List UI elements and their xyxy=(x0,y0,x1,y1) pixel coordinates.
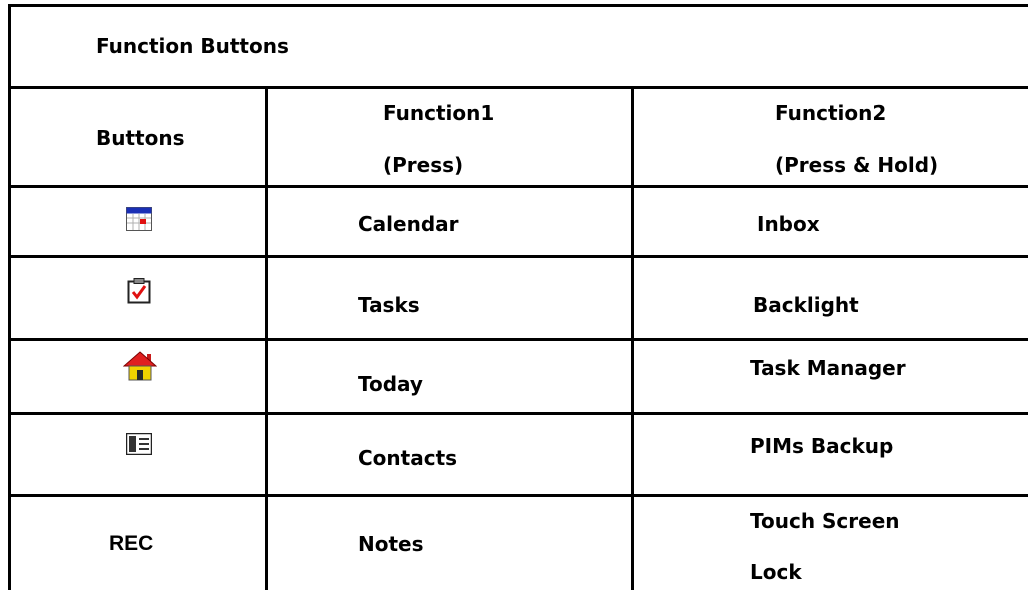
row-calendar-function2: Inbox xyxy=(757,212,820,236)
table-row-divider xyxy=(8,338,1028,341)
row-rec-function1: Notes xyxy=(358,532,424,556)
row-calendar-function1: Calendar xyxy=(358,212,459,236)
calendar-icon xyxy=(126,207,152,235)
tasks-clipboard-icon xyxy=(127,278,151,308)
row-today-function1: Today xyxy=(358,372,423,396)
row-rec-function2-continued: Lock xyxy=(750,560,802,584)
table-column-divider xyxy=(265,86,268,590)
table-row-divider xyxy=(8,255,1028,258)
table-row-divider xyxy=(8,494,1028,497)
header-buttons: Buttons xyxy=(96,126,185,150)
header-function2-subtitle: (Press & Hold) xyxy=(775,153,939,177)
table-title: Function Buttons xyxy=(96,34,289,58)
table-row-divider xyxy=(8,185,1028,188)
home-icon xyxy=(122,351,158,385)
row-contacts-function2: PIMs Backup xyxy=(750,434,894,458)
row-contacts-function1: Contacts xyxy=(358,446,458,470)
row-rec-function2: Touch Screen xyxy=(750,509,900,533)
table-border-left xyxy=(8,4,11,590)
table-row-divider xyxy=(8,86,1028,89)
header-function1-subtitle: (Press) xyxy=(383,153,464,177)
header-function2: Function2 xyxy=(775,101,887,125)
row-today-function2: Task Manager xyxy=(750,356,906,380)
row-tasks-function1: Tasks xyxy=(358,293,420,317)
header-function1: Function1 xyxy=(383,101,495,125)
rec-button-label: REC xyxy=(109,532,154,555)
contacts-card-icon xyxy=(125,432,153,459)
table-row-divider xyxy=(8,412,1028,415)
row-tasks-function2: Backlight xyxy=(753,293,859,317)
table-border-top xyxy=(8,4,1028,7)
table-column-divider xyxy=(631,86,634,590)
